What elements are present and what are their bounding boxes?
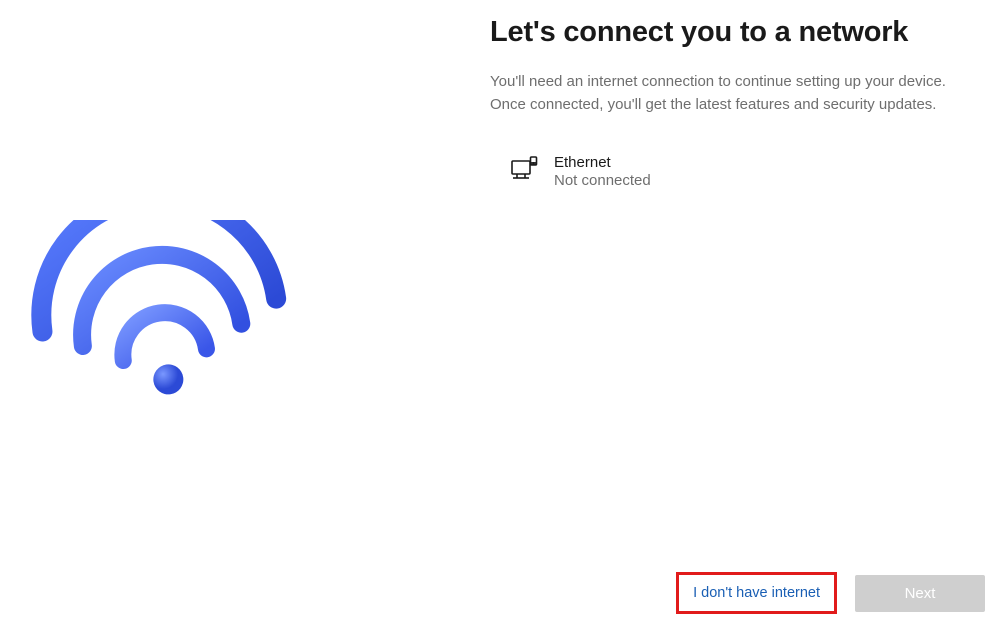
network-name: Ethernet <box>554 154 651 171</box>
network-status: Not connected <box>554 172 651 189</box>
no-internet-button[interactable]: I don't have internet <box>676 572 837 614</box>
ethernet-icon <box>510 154 538 182</box>
wifi-icon <box>30 220 290 420</box>
page-title: Let's connect you to a network <box>490 16 970 49</box>
content-panel: Let's connect you to a network You'll ne… <box>440 0 1000 629</box>
footer-actions: I don't have internet Next <box>676 572 985 614</box>
hero-panel <box>0 0 440 629</box>
network-info: Ethernet Not connected <box>554 154 651 189</box>
page-description: You'll need an internet connection to co… <box>490 71 950 116</box>
network-item-ethernet[interactable]: Ethernet Not connected <box>490 148 970 195</box>
next-button[interactable]: Next <box>855 575 985 612</box>
